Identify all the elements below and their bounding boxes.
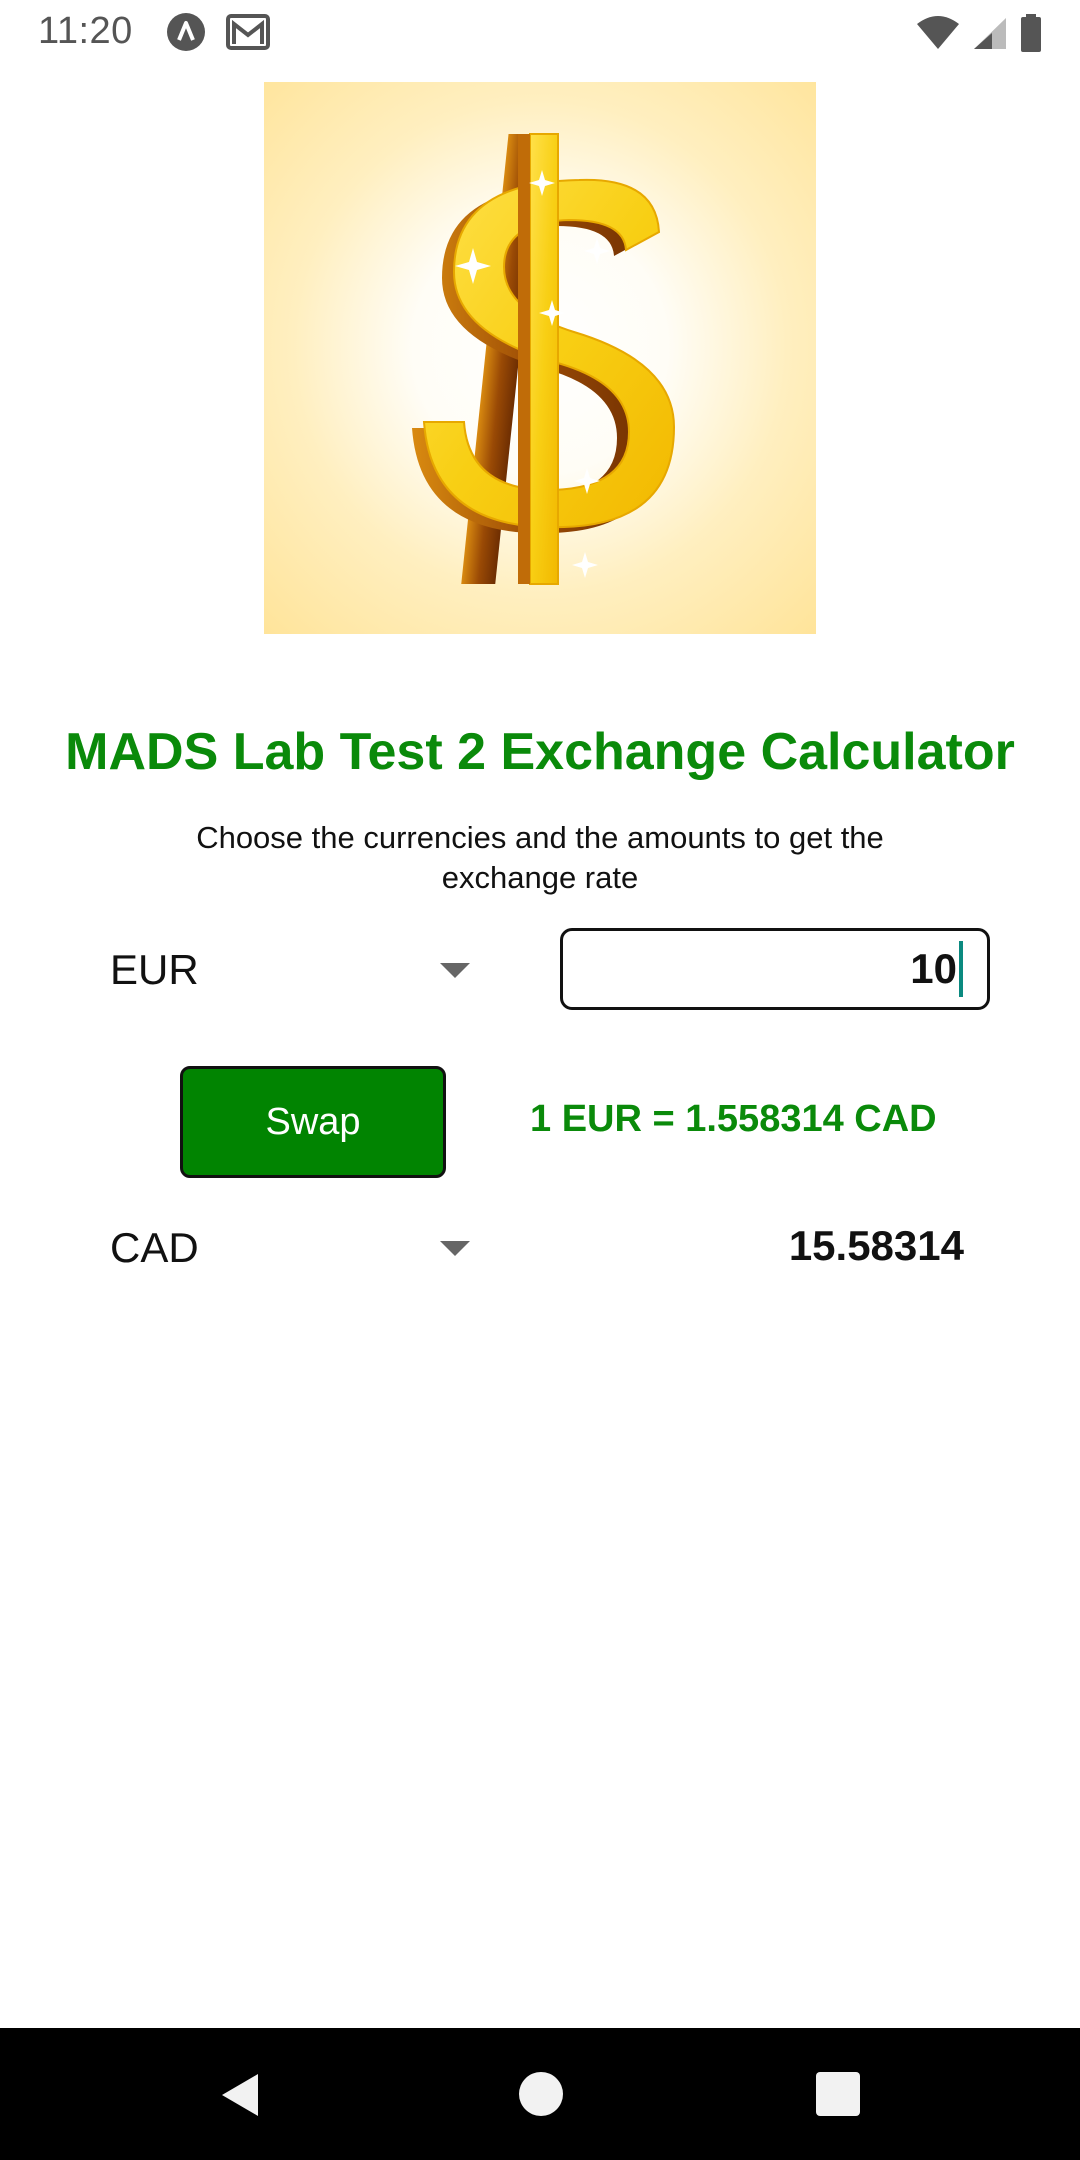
exchange-rate-text: 1 EUR = 1.558314 CAD — [530, 1098, 937, 1140]
converted-amount: 15.58314 — [788, 1222, 964, 1269]
from-currency-label: EUR — [110, 946, 199, 993]
wifi-icon — [917, 16, 959, 49]
navigation-bar — [0, 2028, 1080, 2160]
amount-value: 10 — [910, 945, 957, 992]
swap-button[interactable]: Swap — [180, 1066, 446, 1178]
status-time: 11:20 — [38, 10, 133, 52]
status-icons — [916, 14, 1042, 52]
back-icon[interactable] — [216, 2070, 266, 2120]
amount-input[interactable]: 10 — [560, 928, 990, 1010]
dropdown-arrow-icon — [440, 1240, 470, 1256]
to-currency-dropdown[interactable]: CAD — [96, 1208, 480, 1288]
dropdown-arrow-icon — [440, 962, 470, 978]
page-subtitle: Choose the currencies and the amounts to… — [196, 820, 884, 895]
home-icon[interactable] — [519, 2072, 563, 2116]
text-cursor — [959, 941, 963, 997]
gmail-icon — [226, 14, 270, 50]
page-title: MADS Lab Test 2 Exchange Calculator — [65, 723, 1015, 781]
battery-icon — [1021, 14, 1041, 52]
cellular-signal-icon — [974, 18, 1006, 49]
status-bar: 11:20 — [0, 0, 1080, 66]
recents-icon[interactable] — [816, 2072, 860, 2116]
dollar-sign-icon — [412, 133, 676, 585]
from-currency-dropdown[interactable]: EUR — [96, 930, 480, 1010]
hero-dollar-image — [264, 82, 816, 634]
app-a-icon — [167, 13, 205, 51]
to-currency-label: CAD — [110, 1224, 199, 1271]
